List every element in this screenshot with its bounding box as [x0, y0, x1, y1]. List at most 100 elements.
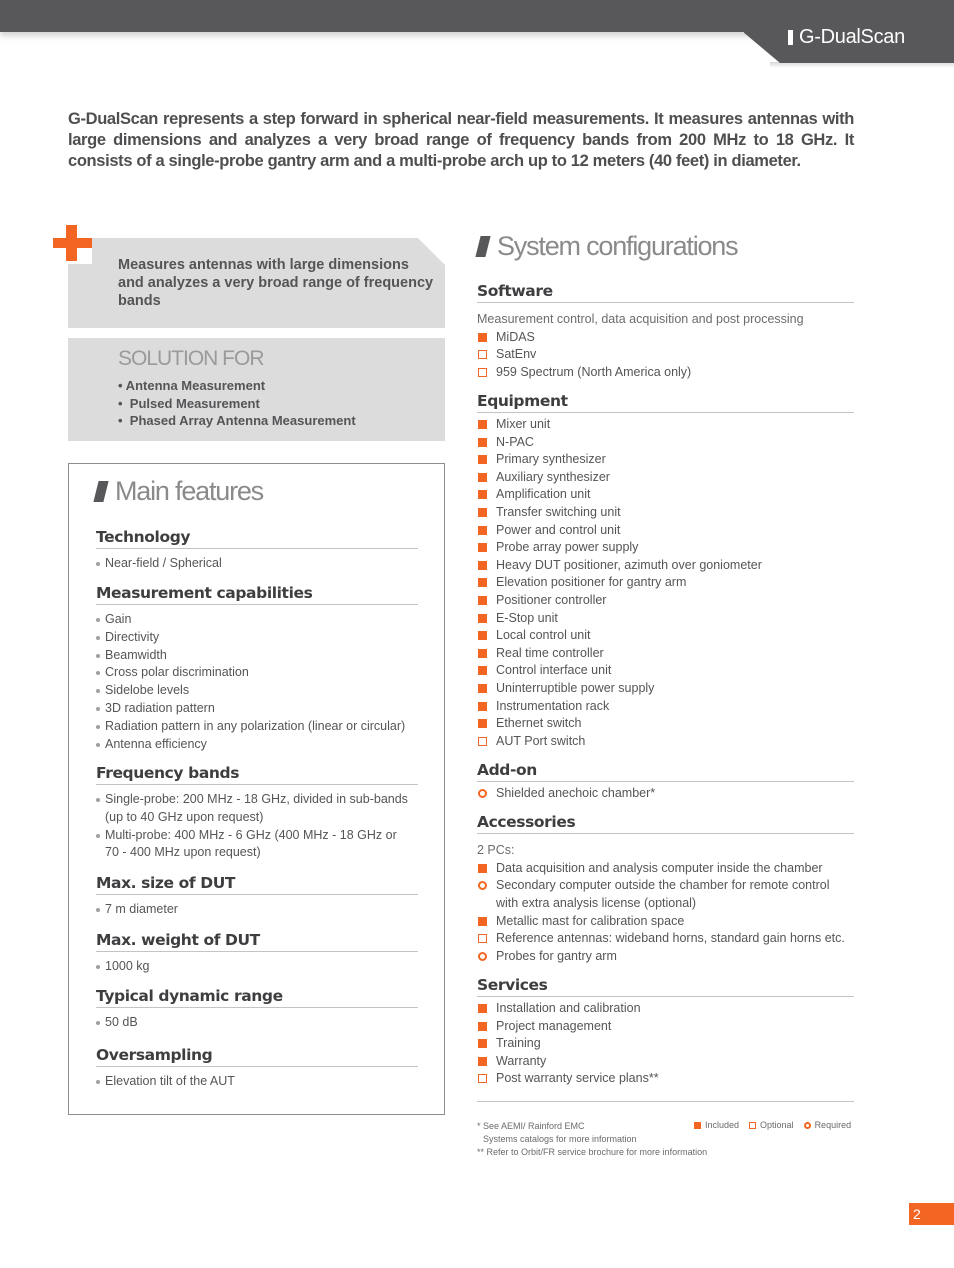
legend-label: Optional	[760, 1120, 794, 1130]
config-item: MiDAS	[477, 329, 854, 347]
config-item: Probe array power supply	[477, 539, 854, 557]
feature-item: 3D radiation pattern	[96, 700, 418, 718]
feature-item: Elevation tilt of the AUT	[96, 1073, 418, 1091]
included-square-icon	[478, 525, 487, 535]
config-group: Add-on Shielded anechoic chamber*	[477, 760, 854, 803]
solution-item: • Phased Array Antenna Measurement	[118, 413, 356, 428]
optional-square-icon	[478, 1074, 487, 1084]
feature-item: Gain	[96, 611, 418, 629]
optional-square-icon	[478, 736, 487, 746]
included-square-icon	[478, 543, 487, 553]
feature-list: Single-probe: 200 MHz - 18 GHz, divided …	[96, 785, 414, 862]
feature-group: Max. weight of DUT 1000 kg	[96, 930, 418, 976]
included-square-icon	[478, 1056, 487, 1066]
feature-group: Frequency bands Single-probe: 200 MHz - 1…	[96, 763, 418, 862]
config-group-heading: Accessories	[477, 812, 854, 834]
included-square-icon	[478, 490, 487, 500]
config-item: Elevation positioner for gantry arm	[477, 574, 854, 592]
feature-list: 1000 kg	[96, 952, 418, 976]
feature-group: Max. size of DUT 7 m diameter	[96, 873, 418, 919]
footnotes: * See AEMI/ Rainford EMC Systems catalog…	[477, 1120, 707, 1159]
config-item-label: Uninterruptible power supply	[496, 680, 655, 695]
config-item: Training	[477, 1035, 854, 1053]
config-item: AUT Port switch	[477, 733, 854, 751]
highlight-text: Measures antennas with large dimensions …	[118, 257, 434, 309]
config-item: Power and control unit	[477, 522, 854, 540]
feature-group-heading: Typical dynamic range	[96, 986, 418, 1008]
feature-item: Cross polar discrimination	[96, 664, 418, 682]
config-item: Transfer switching unit	[477, 504, 854, 522]
included-square-icon	[478, 1004, 487, 1013]
included-square-icon	[478, 666, 487, 676]
config-group-heading: Equipment	[477, 391, 854, 413]
config-group-heading: Software	[477, 281, 854, 303]
config-item-label: AUT Port switch	[496, 733, 586, 748]
config-item: Data acquisition and analysis computer i…	[477, 860, 854, 878]
feature-item: Multi-probe: 400 MHz - 6 GHz (400 MHz - …	[96, 827, 414, 863]
feature-item: 1000 kg	[96, 958, 418, 976]
slash-icon	[93, 481, 109, 502]
feature-group-heading: Frequency bands	[96, 763, 418, 785]
config-item: Instrumentation rack	[477, 698, 854, 716]
included-square-icon	[478, 507, 487, 517]
config-item-label: Heavy DUT positioner, azimuth over gonio…	[496, 557, 762, 572]
included-square-icon	[478, 1039, 487, 1049]
legend-label: Required	[814, 1120, 852, 1130]
config-list: Installation and calibration Project mana…	[477, 997, 854, 1088]
config-item: Positioner controller	[477, 592, 854, 610]
required-circle-icon	[478, 881, 487, 891]
feature-group-heading: Oversampling	[96, 1045, 418, 1067]
feature-list: Gain Directivity Beamwidth Cross polar disc…	[96, 605, 418, 753]
included-square-icon	[478, 701, 487, 711]
included-square-icon	[478, 332, 487, 342]
config-item-label: Installation and calibration	[496, 1001, 641, 1015]
solution-item: • Antenna Measurement	[118, 378, 266, 393]
config-item: Real time controller	[477, 645, 854, 663]
config-item: Control interface unit	[477, 662, 854, 680]
optional-square-icon	[478, 367, 487, 377]
config-item-label: Probe array power supply	[496, 540, 639, 555]
config-item-label: Secondary computer outside the chamber f…	[496, 878, 830, 910]
config-item-label: Transfer switching unit	[496, 504, 621, 519]
included-square-icon	[478, 560, 487, 570]
intro-paragraph: G-DualScan represents a step forward in …	[68, 110, 854, 170]
config-item-label: Local control unit	[496, 628, 591, 643]
config-item: Metallic mast for calibration space	[477, 913, 854, 931]
config-item-label: Control interface unit	[496, 663, 612, 678]
config-item-label: Elevation positioner for gantry arm	[496, 575, 687, 590]
config-item-label: Auxiliary synthesizer	[496, 469, 610, 484]
config-item-label: Instrumentation rack	[496, 698, 610, 713]
legend: Included Optional Required	[694, 1120, 851, 1130]
required-circle-icon	[803, 1121, 811, 1129]
product-name: G-DualScan	[799, 26, 905, 48]
config-item: Probes for gantry arm	[477, 948, 854, 966]
legend-included: Included	[694, 1120, 739, 1130]
config-item: Primary synthesizer	[477, 451, 854, 469]
included-square-icon	[478, 613, 487, 623]
feature-group: Oversampling Elevation tilt of the AUT	[96, 1045, 418, 1091]
included-square-icon	[478, 863, 487, 873]
feature-list: Near-field / Spherical	[96, 549, 418, 573]
config-item: Reference antennas: wideband horns, stan…	[477, 930, 854, 948]
config-item: Uninterruptible power supply	[477, 680, 854, 698]
feature-group: Technology Near-field / Spherical	[96, 527, 418, 573]
optional-square-icon	[478, 350, 487, 360]
config-item: Heavy DUT positioner, azimuth over gonio…	[477, 557, 854, 575]
config-item: Local control unit	[477, 627, 854, 645]
included-square-icon	[478, 437, 487, 447]
config-item-label: 959 Spectrum (North America only)	[496, 364, 692, 379]
config-group: Accessories 2 PCs: Data acquisition and an…	[477, 812, 854, 965]
config-item-label: Training	[496, 1036, 541, 1051]
config-item: 959 Spectrum (North America only)	[477, 364, 854, 382]
feature-group: Typical dynamic range 50 dB	[96, 986, 418, 1032]
config-item: Ethernet switch	[477, 715, 854, 733]
config-item-label: Primary synthesizer	[496, 452, 606, 467]
feature-item: Single-probe: 200 MHz - 18 GHz, divided …	[96, 791, 414, 827]
config-item: Warranty	[477, 1053, 854, 1071]
config-item: Shielded anechoic chamber*	[477, 785, 854, 803]
config-item-label: Positioner controller	[496, 592, 607, 607]
included-square-icon	[478, 719, 487, 729]
config-item: Post warranty service plans**	[477, 1070, 854, 1088]
config-group-heading: Services	[477, 975, 854, 997]
legend-label: Included	[705, 1120, 740, 1130]
